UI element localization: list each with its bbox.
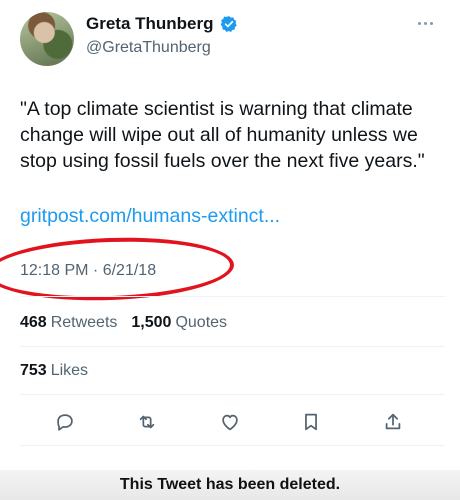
quotes-label: Quotes bbox=[175, 314, 228, 331]
retweets-count: 468 bbox=[20, 314, 47, 331]
share-button[interactable] bbox=[380, 409, 406, 435]
bookmark-button[interactable] bbox=[298, 409, 324, 435]
user-info: Greta Thunberg @GretaThunberg bbox=[86, 14, 238, 57]
likes-stats-row: 753 Likes bbox=[20, 362, 88, 380]
tweet-link[interactable]: gritpost.com/humans-extinct... bbox=[20, 205, 280, 228]
likes-count: 753 bbox=[20, 362, 47, 379]
retweet-icon bbox=[139, 415, 155, 429]
retweet-button[interactable] bbox=[134, 409, 160, 435]
quotes-stat[interactable]: 1,500 Quotes bbox=[131, 314, 227, 332]
bookmark-icon bbox=[305, 413, 317, 431]
reply-icon bbox=[57, 414, 73, 431]
engagement-stats-row: 468 Retweets 1,500 Quotes bbox=[20, 314, 227, 332]
quotes-count: 1,500 bbox=[131, 314, 172, 331]
more-options-icon[interactable] bbox=[418, 18, 440, 28]
divider bbox=[20, 296, 445, 297]
action-bar bbox=[0, 405, 460, 439]
likes-stat[interactable]: 753 Likes bbox=[20, 362, 88, 380]
tweet-card: Greta Thunberg @GretaThunberg "A top cli… bbox=[0, 0, 460, 470]
divider bbox=[20, 394, 445, 395]
display-name-row: Greta Thunberg bbox=[86, 14, 238, 34]
red-circle-annotation bbox=[0, 233, 236, 305]
deleted-tweet-caption: This Tweet has been deleted. bbox=[119, 476, 341, 493]
tweet-text: "A top climate scientist is warning that… bbox=[20, 98, 425, 172]
share-icon bbox=[385, 413, 401, 430]
reply-button[interactable] bbox=[52, 409, 78, 435]
verified-badge-icon bbox=[220, 15, 238, 33]
user-handle[interactable]: @GretaThunberg bbox=[86, 39, 238, 57]
divider bbox=[20, 445, 445, 446]
avatar[interactable] bbox=[20, 12, 74, 66]
like-icon bbox=[222, 414, 238, 431]
display-name[interactable]: Greta Thunberg bbox=[86, 14, 214, 34]
retweets-label: Retweets bbox=[50, 314, 118, 331]
retweets-stat[interactable]: 468 Retweets bbox=[20, 314, 117, 332]
likes-label: Likes bbox=[50, 362, 89, 379]
like-button[interactable] bbox=[217, 409, 243, 435]
divider bbox=[20, 346, 445, 347]
